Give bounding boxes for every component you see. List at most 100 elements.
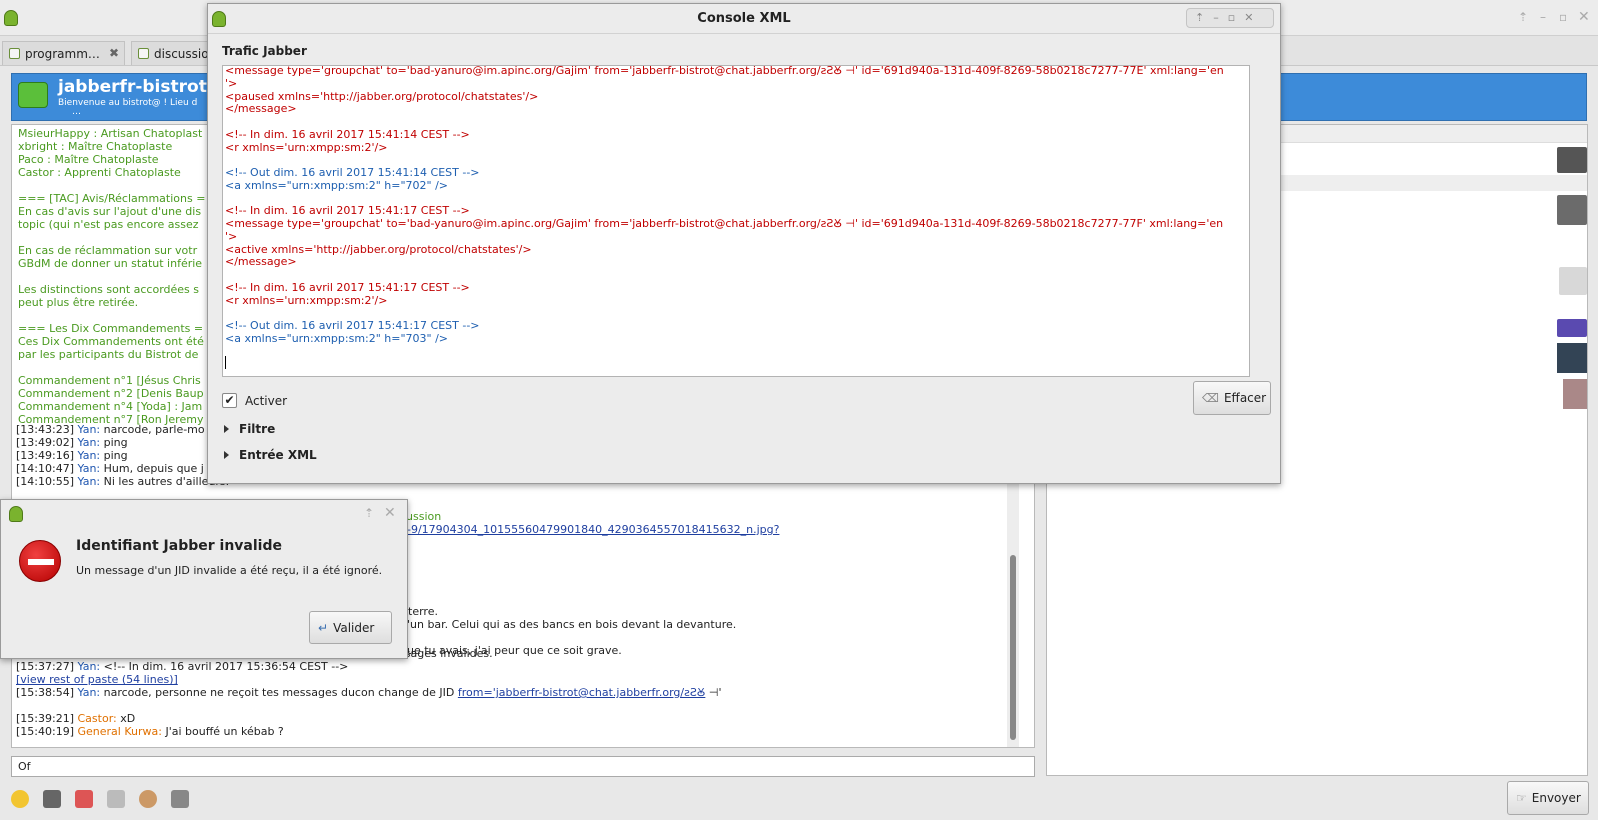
topic-line: xbright : Maître Chatoplaste: [18, 140, 173, 153]
message-nick: General Kurwa:: [77, 725, 162, 738]
message-text[interactable]: [view rest of paste (54 lines)]: [16, 673, 178, 686]
xml-line: <message type='groupchat' to='bad-yanuro…: [225, 65, 1224, 77]
message-time: [15:37:27]: [16, 660, 74, 673]
message-nick: Yan:: [77, 462, 101, 475]
text-cursor: [225, 356, 226, 369]
clear-button[interactable]: ⌫ Effacer: [1193, 381, 1271, 415]
message-nick: Yan:: [77, 449, 101, 462]
close-icon[interactable]: ✕: [1578, 9, 1590, 25]
send-button[interactable]: ☞ Envoyer: [1507, 781, 1589, 815]
chat-scroll-thumb[interactable]: [1010, 555, 1016, 740]
search-history-icon[interactable]: [107, 790, 125, 808]
history-icon[interactable]: [139, 790, 157, 808]
invalid-jid-dialog: ⇡ ✕ Identifiant Jabber invalide Un messa…: [0, 499, 408, 659]
topic-line: En cas d'avis sur l'ajout d'une dis: [18, 205, 202, 218]
window-controls[interactable]: ⇡–▫✕: [1186, 8, 1274, 28]
chat-message: [15:40:19] General Kurwa: J'ai bouffé un…: [16, 725, 284, 738]
image-link[interactable]: 0-9/17904304_10155560479901840_429036455…: [400, 523, 779, 536]
maximize-icon[interactable]: ▫: [1228, 11, 1244, 24]
gajim-logo-icon: [4, 10, 18, 26]
topic-line: MsieurHappy : Artisan Chatoplast: [18, 127, 203, 140]
xml-line: <!-- In dim. 16 avril 2017 15:41:17 CEST…: [225, 204, 470, 218]
message-text: narcode, parle-mo: [103, 423, 205, 436]
room-subject-more: …: [72, 107, 81, 117]
message-nick: Yan:: [77, 423, 101, 436]
message-time: [13:43:23]: [16, 423, 74, 436]
emoticons-icon[interactable]: [11, 790, 29, 808]
message-input[interactable]: Of: [11, 756, 1035, 777]
chat-toolbar: [11, 790, 203, 811]
settings-icon[interactable]: [171, 790, 189, 808]
topic-line: Les distinctions sont accordées s: [18, 283, 200, 296]
gajim-logo-icon: [212, 11, 226, 27]
ok-button[interactable]: ↵ Valider: [309, 611, 392, 644]
avatar: [1557, 343, 1587, 373]
pin-icon[interactable]: ⇡: [364, 506, 374, 520]
send-file-icon[interactable]: [43, 790, 61, 808]
expander-arrow-icon: [224, 425, 229, 433]
format-icon[interactable]: [75, 790, 93, 808]
maximize-icon[interactable]: ▫: [1559, 10, 1567, 24]
activate-checkbox[interactable]: ✔: [222, 393, 237, 408]
xml-line: </message>: [225, 102, 297, 116]
xml-line: <!-- In dim. 16 avril 2017 15:41:17 CEST…: [225, 280, 470, 294]
topic-line: En cas de réclammation sur votr: [18, 244, 198, 257]
tab-label: programm…: [25, 47, 100, 61]
chat-icon: [138, 48, 149, 59]
chat-message: [view rest of paste (54 lines)]: [16, 673, 178, 686]
message-text: narcode, personne ne reçoit tes messages…: [103, 686, 455, 699]
expander-arrow-icon: [224, 451, 229, 459]
console-title: Console XML ⇡–▫✕: [208, 4, 1280, 34]
pin-icon[interactable]: ⇡: [1518, 10, 1528, 24]
xml-line: <!-- Out dim. 16 avril 2017 15:41:17 CES…: [225, 319, 480, 332]
chat-message: [13:49:02] Yan: ping: [16, 436, 128, 449]
avatar: [1557, 147, 1587, 173]
topic-line: === Les Dix Commandements =: [18, 322, 204, 335]
message-text: ping: [103, 449, 128, 462]
message-time: [13:49:16]: [16, 449, 74, 462]
close-icon[interactable]: ✕: [1244, 11, 1262, 24]
close-icon[interactable]: ✕: [384, 505, 396, 521]
tab-close-icon[interactable]: ✖: [109, 46, 119, 60]
message-nick: Castor:: [77, 712, 117, 725]
message-nick: Yan:: [77, 475, 101, 488]
chat-icon: [9, 48, 20, 59]
xml-line: <active xmlns='http://jabber.org/protoco…: [225, 242, 532, 256]
message-time: [15:40:19]: [16, 725, 74, 738]
error-icon: [19, 540, 61, 582]
message-text: J'ai bouffé un kébab ?: [165, 725, 284, 738]
chat-message: [15:39:21] Castor: xD: [16, 712, 135, 725]
topic-line: Ces Dix Commandements ont été: [18, 335, 204, 348]
xml-line: <r xmlns='urn:xmpp:sm:2'/>: [225, 293, 388, 307]
tab-programmation[interactable]: programm… ✖: [2, 41, 125, 65]
xml-line: '>: [225, 229, 238, 243]
minimize-icon[interactable]: –: [1213, 11, 1228, 24]
message-link[interactable]: from='jabberfr-bistrot@chat.jabberfr.org…: [458, 686, 705, 699]
clear-label: Effacer: [1223, 391, 1267, 405]
topic-line: Commandement n°1 [Jésus Chris: [18, 374, 201, 387]
topic-line: topic (qui n'est pas encore assez: [18, 218, 199, 231]
chat-message: [13:43:23] Yan: narcode, parle-mo: [16, 423, 205, 436]
pin-icon[interactable]: ⇡: [1195, 11, 1213, 24]
avatar: [1559, 267, 1587, 295]
ok-icon: ↵: [318, 620, 329, 635]
message-time: [13:49:02]: [16, 436, 74, 449]
clear-icon: ⌫: [1202, 391, 1219, 405]
chat-message: [15:37:27] Yan: <!-- In dim. 16 avril 20…: [16, 660, 348, 673]
xml-traffic-view[interactable]: <message type='groupchat' to='bad-yanuro…: [222, 65, 1250, 377]
send-icon: ☞: [1516, 791, 1527, 805]
chat-message: [14:10:55] Yan: Ni les autres d'ailleurs…: [16, 475, 229, 488]
message-time: [15:39:21]: [16, 712, 74, 725]
topic-line: par les participants du Bistrot de: [18, 348, 199, 361]
filter-expander[interactable]: Filtre: [224, 422, 275, 436]
xml-input-expander[interactable]: Entrée XML: [224, 448, 317, 462]
xml-line: <paused xmlns='http://jabber.org/protoco…: [225, 89, 539, 103]
activate-toggle[interactable]: ✔ Activer: [222, 393, 287, 408]
xml-input-label: Entrée XML: [239, 448, 317, 462]
topic-line: Commandement n°2 [Denis Baup: [18, 387, 204, 400]
xml-line: <r xmlns='urn:xmpp:sm:2'/>: [225, 140, 388, 154]
avatar: [1557, 195, 1587, 225]
avatar: [1563, 379, 1587, 409]
topic-line: GBdM de donner un statut inférie: [18, 257, 203, 270]
minimize-icon[interactable]: –: [1540, 10, 1546, 24]
